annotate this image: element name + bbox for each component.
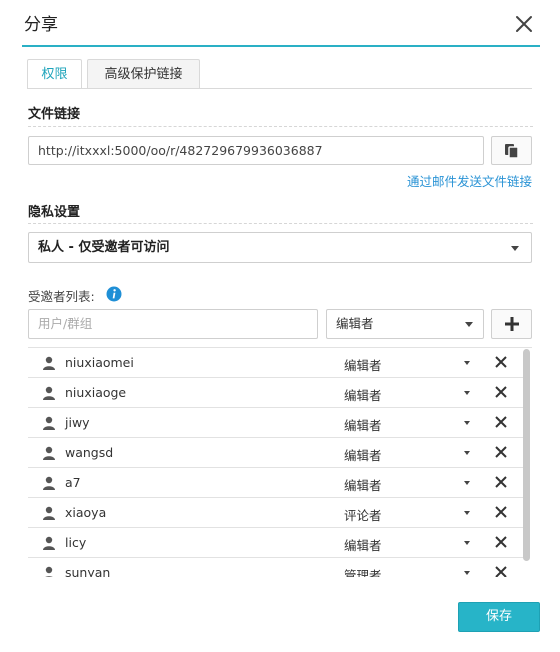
list-item: licy 编辑者 bbox=[28, 528, 524, 558]
invitee-name: niuxiaomei bbox=[65, 355, 134, 370]
role-select-value: 编辑者 bbox=[336, 316, 374, 331]
remove-icon[interactable] bbox=[495, 566, 507, 577]
user-group-input[interactable]: 用户/群组 bbox=[28, 309, 318, 339]
list-item: jiwy 编辑者 bbox=[28, 408, 524, 438]
invitee-role-select[interactable]: 编辑者 bbox=[344, 385, 382, 404]
chevron-down-icon bbox=[465, 322, 473, 327]
invitee-name: a7 bbox=[65, 475, 81, 490]
privacy-title: 隐私设置 bbox=[28, 205, 81, 220]
plus-icon bbox=[505, 317, 519, 331]
remove-icon[interactable] bbox=[495, 476, 507, 488]
list-item: wangsd 编辑者 bbox=[28, 438, 524, 468]
chevron-down-icon[interactable] bbox=[464, 541, 470, 545]
add-invitee-button[interactable] bbox=[491, 309, 532, 339]
user-icon bbox=[43, 536, 55, 550]
privacy-selected-prefix: 私人 - 仅受邀者 bbox=[38, 240, 131, 255]
section-divider bbox=[28, 223, 533, 224]
list-item: niuxiaoge 编辑者 bbox=[28, 378, 524, 408]
chevron-down-icon bbox=[511, 246, 519, 251]
invitee-role-select[interactable]: 编辑者 bbox=[344, 355, 382, 374]
share-dialog: 分享 权限 高级保护链接 文件链接 http://itxxxl:5000/oo/… bbox=[0, 0, 560, 652]
user-icon bbox=[43, 416, 55, 430]
invitee-role-select[interactable]: 评论者 bbox=[344, 505, 382, 524]
tab-divider bbox=[27, 88, 532, 89]
copy-icon bbox=[505, 144, 519, 159]
remove-icon[interactable] bbox=[495, 446, 507, 458]
chevron-down-icon[interactable] bbox=[464, 361, 470, 365]
user-icon bbox=[43, 356, 55, 370]
close-icon[interactable] bbox=[512, 12, 536, 36]
user-icon bbox=[43, 386, 55, 400]
email-link-button[interactable]: 通过邮件发送文件链接 bbox=[407, 171, 532, 190]
tab-advanced-protected-link[interactable]: 高级保护链接 bbox=[87, 59, 200, 89]
privacy-selected-suffix: 可访问 bbox=[130, 240, 170, 255]
list-item: niuxiaomei 编辑者 bbox=[28, 348, 524, 378]
tab-permissions[interactable]: 权限 bbox=[27, 59, 82, 89]
user-icon bbox=[43, 506, 55, 520]
invitee-name: wangsd bbox=[65, 445, 114, 460]
dialog-title: 分享 bbox=[24, 15, 58, 35]
save-button[interactable]: 保存 bbox=[458, 602, 540, 632]
invitee-role-select[interactable]: 编辑者 bbox=[344, 475, 382, 494]
invitee-name: xiaoya bbox=[65, 505, 107, 520]
header-divider bbox=[22, 45, 540, 47]
chevron-down-icon[interactable] bbox=[464, 571, 470, 575]
invitee-role-select[interactable]: 编辑者 bbox=[344, 415, 382, 434]
invitee-name: sunyan bbox=[65, 565, 111, 577]
invitee-name: jiwy bbox=[65, 415, 90, 430]
privacy-select[interactable]: 私人 - 仅受邀者可访问 bbox=[28, 232, 532, 263]
invitee-role-select[interactable]: 编辑者 bbox=[344, 445, 382, 464]
copy-link-button[interactable] bbox=[491, 136, 532, 165]
invitee-list-label: 受邀者列表: bbox=[28, 289, 95, 304]
remove-icon[interactable] bbox=[495, 416, 507, 428]
chevron-down-icon[interactable] bbox=[464, 481, 470, 485]
list-item: xiaoya 评论者 bbox=[28, 498, 524, 528]
user-icon bbox=[43, 446, 55, 460]
user-icon bbox=[45, 566, 53, 577]
list-item: a7 编辑者 bbox=[28, 468, 524, 498]
new-invitee-role-select[interactable]: 编辑者 bbox=[326, 309, 484, 339]
remove-icon[interactable] bbox=[495, 536, 507, 548]
chevron-down-icon[interactable] bbox=[464, 421, 470, 425]
invitee-role-select[interactable]: 管理者 bbox=[344, 565, 382, 577]
file-link-title: 文件链接 bbox=[28, 107, 81, 122]
invitee-role-select[interactable]: 编辑者 bbox=[344, 535, 382, 554]
user-icon bbox=[43, 476, 55, 490]
section-divider bbox=[28, 126, 533, 127]
invitee-name: niuxiaoge bbox=[65, 385, 127, 400]
invitee-name: licy bbox=[65, 535, 87, 550]
list-item: sunyan 管理者 bbox=[28, 558, 524, 577]
chevron-down-icon[interactable] bbox=[464, 391, 470, 395]
chevron-down-icon[interactable] bbox=[464, 451, 470, 455]
info-icon[interactable] bbox=[106, 286, 122, 302]
invitee-list-scrollbar[interactable] bbox=[523, 349, 530, 561]
remove-icon[interactable] bbox=[495, 386, 507, 398]
file-link-input[interactable]: http://itxxxl:5000/oo/r/4827296799360368… bbox=[28, 136, 484, 165]
invitee-list: niuxiaomei 编辑者 niuxiaoge 编辑者 jiwy 编辑者 wa… bbox=[28, 347, 532, 577]
remove-icon[interactable] bbox=[495, 506, 507, 518]
remove-icon[interactable] bbox=[495, 356, 507, 368]
chevron-down-icon[interactable] bbox=[464, 511, 470, 515]
